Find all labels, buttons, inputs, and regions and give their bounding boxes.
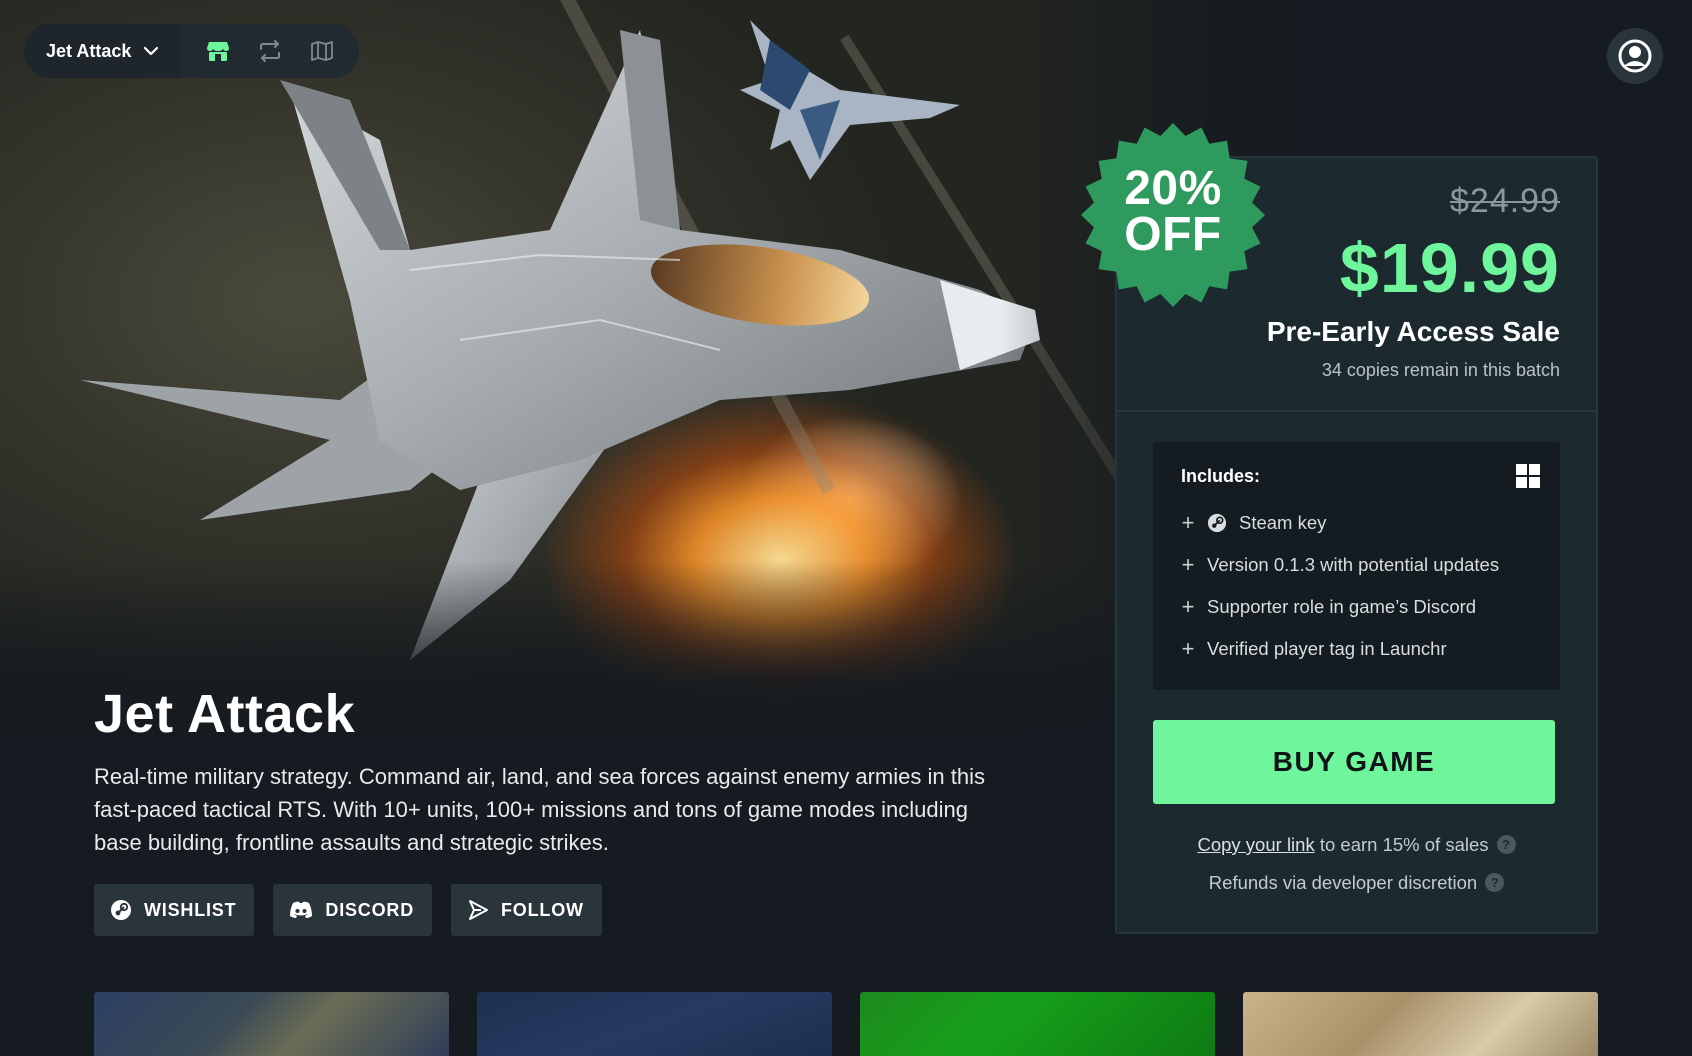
include-item-label: Steam key: [1239, 512, 1327, 533]
user-icon: [1618, 39, 1652, 73]
includes-title: Includes:: [1181, 466, 1261, 486]
badge-percent: 20%: [1124, 162, 1222, 215]
top-navigation-bar: Jet Attack: [24, 24, 360, 78]
refunds-line: Refunds via developer discretion?: [1117, 872, 1596, 894]
discount-badge: 20% OFF: [1080, 122, 1266, 308]
map-icon[interactable]: [307, 36, 337, 66]
plus-icon: +: [1181, 552, 1195, 577]
original-price: $24.99: [1450, 182, 1560, 220]
follow-label: FOLLOW: [501, 899, 584, 920]
copy-link[interactable]: Copy your link: [1197, 834, 1314, 855]
discord-icon: [290, 901, 313, 918]
game-title: Jet Attack: [94, 684, 356, 744]
include-item: + Verified player tag in Launchr: [1181, 636, 1447, 662]
badge-off: OFF: [1124, 208, 1222, 261]
affiliate-text: to earn 15% of sales: [1314, 834, 1489, 855]
badge-text: 20% OFF: [1080, 162, 1266, 261]
windows-icon: [1516, 464, 1540, 488]
plus-icon: +: [1181, 594, 1195, 619]
screenshot-thumbnail[interactable]: [94, 992, 449, 1056]
refunds-text: Refunds via developer discretion: [1208, 872, 1478, 893]
screenshot-thumbnails: [94, 992, 1598, 1056]
chevron-down-icon: [144, 46, 159, 56]
nav-icon-group: [181, 24, 360, 78]
social-buttons: WISHLIST DISCORD FOLLOW: [94, 884, 602, 936]
plus-icon: +: [1181, 510, 1195, 535]
screenshot-thumbnail[interactable]: [1243, 992, 1598, 1056]
wishlist-label: WISHLIST: [144, 899, 237, 920]
game-selector-dropdown[interactable]: Jet Attack: [24, 24, 182, 78]
include-item: + Supporter role in game’s Discord: [1181, 594, 1477, 620]
steam-icon: [1207, 513, 1227, 533]
include-item-label: Supporter role in game’s Discord: [1207, 596, 1477, 617]
help-icon[interactable]: ?: [1496, 835, 1516, 854]
sale-price: $19.99: [1339, 229, 1560, 307]
help-icon[interactable]: ?: [1485, 873, 1505, 892]
escort-jet-illustration: [740, 20, 960, 180]
wishlist-button[interactable]: WISHLIST: [94, 884, 255, 936]
swap-icon[interactable]: [255, 36, 285, 66]
include-item: + Steam key: [1181, 510, 1327, 536]
user-avatar-button[interactable]: [1607, 28, 1663, 84]
affiliate-line: Copy your link to earn 15% of sales?: [1117, 834, 1596, 856]
launch-arrow-icon: [469, 900, 489, 920]
include-item: + Version 0.1.3 with potential updates: [1181, 552, 1500, 578]
sale-name: Pre-Early Access Sale: [1266, 316, 1560, 347]
discord-button[interactable]: DISCORD: [273, 884, 433, 936]
plus-icon: +: [1181, 636, 1195, 661]
store-icon[interactable]: [203, 36, 233, 66]
steam-icon: [111, 900, 131, 920]
screenshot-thumbnail[interactable]: [860, 992, 1215, 1056]
include-item-label: Version 0.1.3 with potential updates: [1207, 554, 1500, 575]
include-item-label: Verified player tag in Launchr: [1207, 638, 1447, 659]
discord-label: DISCORD: [325, 899, 415, 920]
screenshot-thumbnail[interactable]: [477, 992, 832, 1056]
game-description: Real-time military strategy. Command air…: [94, 764, 985, 855]
game-selector-label: Jet Attack: [46, 40, 132, 61]
copies-remaining: 34 copies remain in this batch: [1321, 360, 1560, 380]
buy-game-button[interactable]: BUY GAME: [1153, 720, 1555, 804]
includes-box: Includes: + Steam key + Version 0.1.3 wi…: [1153, 442, 1560, 690]
follow-button[interactable]: FOLLOW: [451, 884, 602, 936]
